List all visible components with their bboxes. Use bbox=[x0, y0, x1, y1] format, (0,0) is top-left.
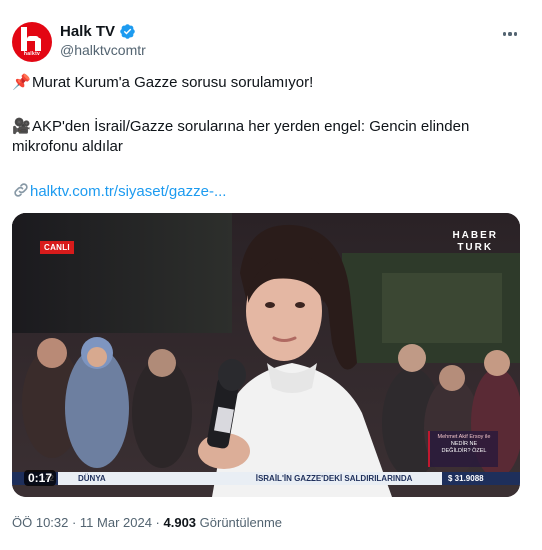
display-name[interactable]: Halk TV bbox=[60, 23, 115, 40]
channel-logo-line-1: HABER bbox=[452, 230, 498, 241]
author-handle[interactable]: @halktvcomtr bbox=[60, 42, 146, 58]
tweet-line-2-text: AKP'den İsrail/Gazze sorularına her yerd… bbox=[12, 118, 470, 155]
video-player[interactable]: CANLI HABER TURK Mehmet Akif Ersoy ile N… bbox=[12, 213, 520, 497]
video-duration: 0:17 bbox=[24, 470, 57, 486]
ticker-stock: $ 31.9088 bbox=[442, 472, 520, 485]
ticker-headline: İSRAİL'İN GAZZE'DEKİ SALDIRILARINDA bbox=[255, 474, 413, 483]
tweet-meta: ÖÖ 10:32 · 11 Mar 2024 · 4.903 Görüntüle… bbox=[12, 515, 282, 530]
author-name-row: Halk TV bbox=[60, 23, 136, 40]
lower-third-title-1: NEDİR NE bbox=[450, 441, 478, 447]
tweet-text-line-2: 🎥AKP'den İsrail/Gazze sorularına her yer… bbox=[12, 117, 502, 157]
ticker-section: DÜNYA bbox=[78, 474, 106, 483]
channel-logo-line-2: TURK bbox=[457, 242, 494, 253]
tweet-card[interactable]: halktv Halk TV @halktvcomtr 📌Murat Kurum… bbox=[0, 0, 542, 550]
live-badge: CANLI bbox=[40, 241, 74, 254]
verified-badge-icon bbox=[120, 24, 135, 39]
program-lower-third: Mehmet Akif Ersoy ile NEDİR NE DEĞİLDİR?… bbox=[428, 431, 498, 467]
tweet-text-line-1: 📌Murat Kurum'a Gazze sorusu sorulamıyor! bbox=[12, 73, 313, 93]
news-ticker: :42 DÜNYA İSRAİL'İN GAZZE'DEKİ SALDIRILA… bbox=[12, 472, 520, 485]
timestamp[interactable]: ÖÖ 10:32 · 11 Mar 2024 · bbox=[12, 515, 164, 530]
views-label: Görüntülenme bbox=[196, 515, 283, 530]
avatar-logo-text: halktv bbox=[23, 51, 41, 57]
halktv-logo-icon bbox=[21, 27, 43, 51]
link-icon bbox=[14, 183, 28, 197]
tweet-link-line: halktv.com.tr/siyaset/gazze-... bbox=[12, 181, 226, 202]
channel-logo: HABER TURK bbox=[452, 230, 498, 254]
views-count: 4.903 bbox=[163, 515, 197, 530]
lower-third-title-2: DEĞİLDİR? ÖZEL bbox=[441, 448, 487, 454]
tweet-line-1-text: Murat Kurum'a Gazze sorusu sorulamıyor! bbox=[32, 74, 314, 91]
more-options-icon[interactable] bbox=[500, 24, 520, 44]
article-link[interactable]: halktv.com.tr/siyaset/gazze-... bbox=[30, 183, 226, 200]
avatar[interactable]: halktv bbox=[12, 22, 52, 62]
pushpin-icon: 📌 bbox=[12, 74, 31, 91]
lower-third-host: Mehmet Akif Ersoy ile bbox=[437, 434, 491, 440]
movie-camera-icon: 🎥 bbox=[12, 118, 31, 135]
